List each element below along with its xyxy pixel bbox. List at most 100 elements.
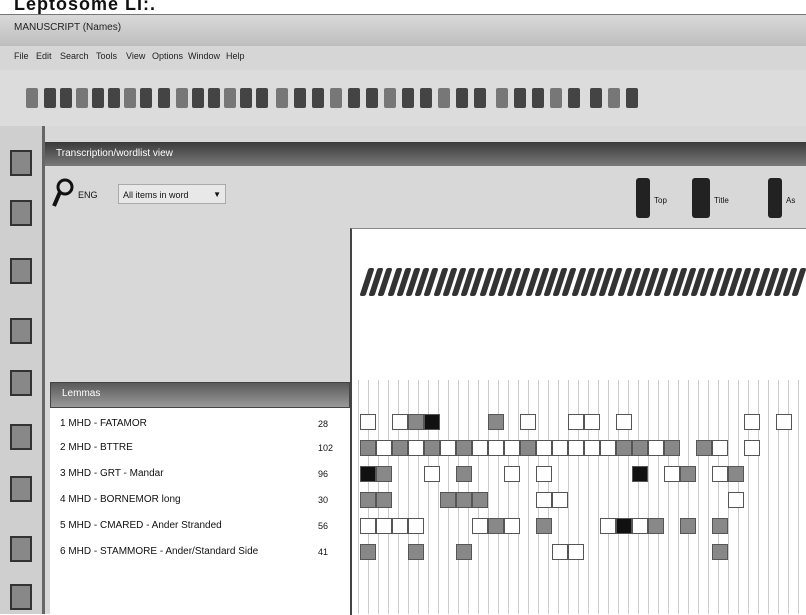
toolbar-button[interactable] <box>26 88 38 108</box>
grid-cell[interactable] <box>392 518 408 534</box>
grid-cell[interactable] <box>504 466 520 482</box>
grid-cell[interactable] <box>360 492 376 508</box>
grid-cell[interactable] <box>536 518 552 534</box>
grid-cell[interactable] <box>584 440 600 456</box>
grid-cell[interactable] <box>424 440 440 456</box>
toolbar-button[interactable] <box>568 88 580 108</box>
toolbar-button[interactable] <box>158 88 170 108</box>
grid-cell[interactable] <box>456 466 472 482</box>
grid-cell[interactable] <box>712 518 728 534</box>
grid-cell[interactable] <box>392 440 408 456</box>
tree-row[interactable]: 4 MHD - BORNEMOR long <box>60 490 181 510</box>
sidebar-pages-icon[interactable] <box>10 200 32 226</box>
sidebar-list-icon[interactable] <box>10 370 32 396</box>
grid-cell[interactable] <box>632 518 648 534</box>
grid-cell[interactable] <box>776 414 792 430</box>
grid-cell[interactable] <box>408 544 424 560</box>
menu-help[interactable]: Help <box>226 51 245 61</box>
grid-cell[interactable] <box>744 440 760 456</box>
toolbar-button[interactable] <box>532 88 544 108</box>
grid-cell[interactable] <box>408 414 424 430</box>
grid-cell[interactable] <box>456 492 472 508</box>
grid-cell[interactable] <box>728 492 744 508</box>
grid-cell[interactable] <box>376 440 392 456</box>
toolbar-button[interactable] <box>192 88 204 108</box>
search-scope-dropdown[interactable]: All items in word ▼ <box>118 184 226 204</box>
toolbar-button[interactable] <box>256 88 268 108</box>
grid-cell[interactable] <box>360 414 376 430</box>
grid-cell[interactable] <box>424 466 440 482</box>
grid-cell[interactable] <box>472 492 488 508</box>
grid-cell[interactable] <box>472 440 488 456</box>
grid-cell[interactable] <box>712 466 728 482</box>
sidebar-info-icon[interactable] <box>10 476 32 502</box>
tree-row[interactable]: 3 MHD - GRT - Mandar <box>60 464 164 484</box>
grid-cell[interactable] <box>552 492 568 508</box>
menu-view[interactable]: View <box>126 51 145 61</box>
toolbar-button[interactable] <box>550 88 562 108</box>
grid-cell[interactable] <box>744 414 760 430</box>
grid-cell[interactable] <box>552 544 568 560</box>
grid-cell[interactable] <box>696 440 712 456</box>
sidebar-export-icon[interactable] <box>10 536 32 562</box>
sidebar-settings-icon[interactable] <box>10 584 32 610</box>
grid-cell[interactable] <box>536 466 552 482</box>
grid-cell[interactable] <box>648 440 664 456</box>
grid-cell[interactable] <box>552 440 568 456</box>
toolbar-button[interactable] <box>294 88 306 108</box>
tree-row[interactable]: 5 MHD - CMARED - Ander Stranded <box>60 516 222 536</box>
grid-cell[interactable] <box>376 492 392 508</box>
grid-cell[interactable] <box>520 440 536 456</box>
grid-cell[interactable] <box>632 466 648 482</box>
toolbar-button[interactable] <box>276 88 288 108</box>
grid-cell[interactable] <box>568 440 584 456</box>
sidebar-book-icon[interactable] <box>10 150 32 176</box>
grid-cell[interactable] <box>408 440 424 456</box>
toolbar-button[interactable] <box>608 88 620 108</box>
grid-cell[interactable] <box>360 466 376 482</box>
grid-cell[interactable] <box>440 440 456 456</box>
toolbar-button[interactable] <box>208 88 220 108</box>
toolbar-button[interactable] <box>330 88 342 108</box>
toolbar-button[interactable] <box>76 88 88 108</box>
grid-cell[interactable] <box>568 414 584 430</box>
grid-cell[interactable] <box>440 492 456 508</box>
toolbar-button[interactable] <box>240 88 252 108</box>
toolbar-button[interactable] <box>474 88 486 108</box>
grid-cell[interactable] <box>680 466 696 482</box>
toolbar-button[interactable] <box>224 88 236 108</box>
menu-tools[interactable]: Tools <box>96 51 117 61</box>
toolbar-button[interactable] <box>108 88 120 108</box>
toolbar-button[interactable] <box>420 88 432 108</box>
grid-cell[interactable] <box>488 440 504 456</box>
toolbar-button[interactable] <box>438 88 450 108</box>
grid-cell[interactable] <box>712 544 728 560</box>
grid-cell[interactable] <box>408 518 424 534</box>
grid-cell[interactable] <box>648 518 664 534</box>
grid-cell[interactable] <box>680 518 696 534</box>
toolbar-button[interactable] <box>312 88 324 108</box>
grid-cell[interactable] <box>360 440 376 456</box>
menu-search[interactable]: Search <box>60 51 89 61</box>
grid-cell[interactable] <box>536 492 552 508</box>
grid-cell[interactable] <box>360 544 376 560</box>
grid-cell[interactable] <box>376 518 392 534</box>
grid-cell[interactable] <box>472 518 488 534</box>
grid-cell[interactable] <box>456 440 472 456</box>
menu-options[interactable]: Options <box>152 51 183 61</box>
grid-cell[interactable] <box>504 518 520 534</box>
grid-cell[interactable] <box>504 440 520 456</box>
grid-cell[interactable] <box>392 414 408 430</box>
grid-cell[interactable] <box>600 440 616 456</box>
grid-cell[interactable] <box>728 466 744 482</box>
grid-cell[interactable] <box>664 466 680 482</box>
toolbar-button[interactable] <box>140 88 152 108</box>
toolbar-button[interactable] <box>590 88 602 108</box>
menu-window[interactable]: Window <box>188 51 220 61</box>
grid-cell[interactable] <box>488 518 504 534</box>
grid-cell[interactable] <box>600 518 616 534</box>
grid-cell[interactable] <box>664 440 680 456</box>
grid-cell[interactable] <box>488 414 504 430</box>
grid-cell[interactable] <box>360 518 376 534</box>
toolbar-button[interactable] <box>496 88 508 108</box>
